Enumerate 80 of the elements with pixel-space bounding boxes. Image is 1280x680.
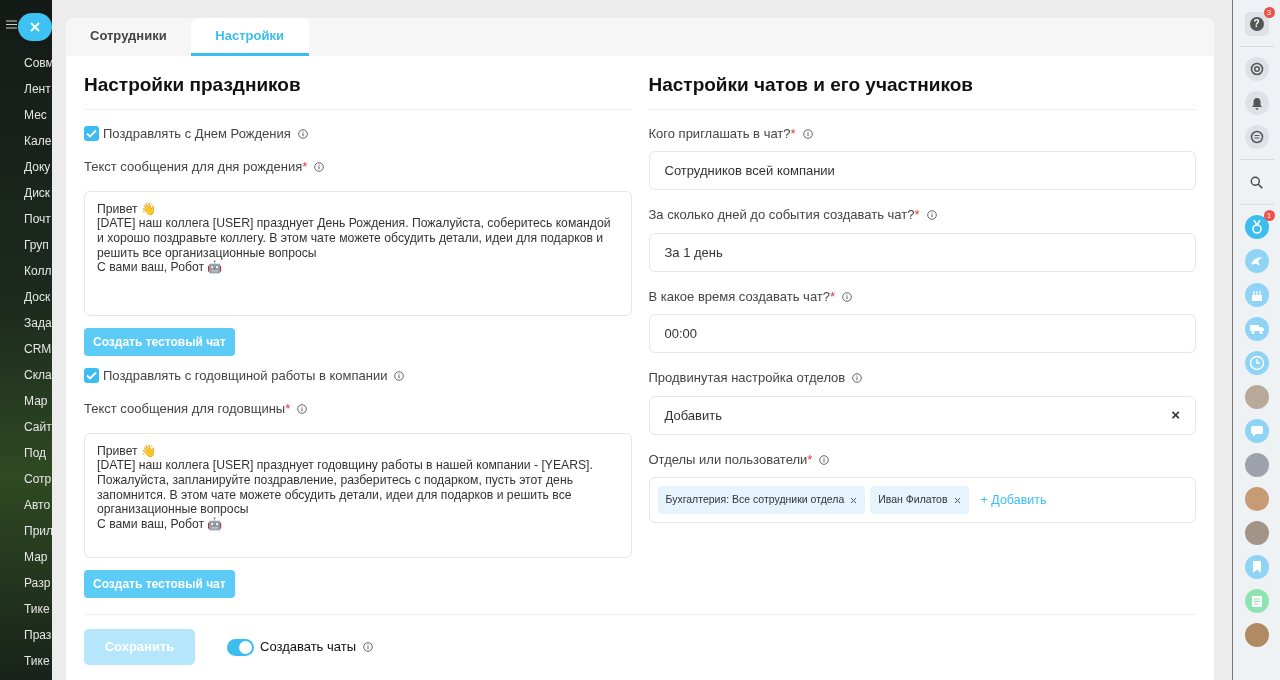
input-field[interactable]: За 1 день bbox=[648, 232, 1196, 272]
toggle-label: Создавать чаты bbox=[260, 638, 357, 657]
field-label: За сколько дней до события создавать чат? bbox=[648, 206, 915, 225]
close-icon bbox=[30, 22, 40, 32]
menu-item[interactable]: CRM bbox=[24, 336, 52, 362]
menu-item[interactable]: Кале bbox=[24, 128, 52, 154]
close-button[interactable] bbox=[18, 13, 52, 41]
tag-text: Иван Филатов bbox=[878, 492, 948, 508]
info-icon[interactable] bbox=[802, 128, 813, 139]
target-icon[interactable] bbox=[1244, 57, 1269, 81]
remove-icon[interactable] bbox=[850, 496, 858, 504]
field-label: Текст сообщения для годовщины bbox=[84, 400, 286, 419]
notification-badge: 3 bbox=[1263, 7, 1275, 18]
required-mark: * bbox=[830, 287, 836, 306]
info-icon[interactable] bbox=[819, 454, 830, 465]
field-label: Текст сообщения для дня рождения bbox=[84, 158, 303, 177]
menu-item[interactable]: Скла bbox=[24, 362, 52, 388]
input-field[interactable]: 00:00 bbox=[648, 314, 1196, 354]
field-label: В какое время создавать чат? bbox=[648, 287, 830, 306]
menu-item[interactable]: Разр bbox=[24, 570, 52, 596]
clear-button[interactable]: × bbox=[1171, 404, 1180, 427]
required-mark: * bbox=[914, 206, 920, 225]
avatar[interactable] bbox=[1244, 623, 1269, 647]
bell-icon[interactable] bbox=[1244, 91, 1269, 115]
info-icon[interactable] bbox=[852, 373, 863, 384]
message-field[interactable]: Привет 👋 [DATE] наш коллега [USER] празднует День Рождения. Пожалуйста, соберитесь командой и хорошо поздравьте коллегу. В этом чате можете обсудить детали, идеи для подарков и решить все организационные вопросы С вами ваш, Робот 🤖 bbox=[84, 190, 632, 316]
menu-icon[interactable] bbox=[6, 20, 17, 29]
info-icon[interactable] bbox=[926, 210, 937, 221]
field-value: Добавить bbox=[664, 406, 722, 425]
field-label: Продвинутая настройка отделов bbox=[648, 369, 846, 388]
menu-item[interactable]: Почт bbox=[24, 206, 52, 232]
medal-icon[interactable] bbox=[1244, 215, 1269, 239]
menu-item[interactable]: Авто bbox=[24, 492, 52, 518]
message-field[interactable]: Привет 👋 [DATE] наш коллега [USER] празднует годовщину работы в нашей компании - [YEARS]. Пожалуйста, запланируйте поздравление, разберитесь с подарком, пусть этот день запомнится. В этом чате можете обсудить детали, идеи для подарков и решить все организационные вопросы С вами ваш, Робот 🤖 bbox=[84, 432, 632, 558]
menu-item[interactable]: Доку bbox=[24, 154, 52, 180]
checkbox[interactable] bbox=[84, 368, 99, 384]
required-mark: * bbox=[790, 124, 796, 143]
menu-item[interactable]: Под bbox=[24, 440, 52, 466]
select-field[interactable]: Добавить × bbox=[648, 395, 1196, 435]
info-icon[interactable] bbox=[314, 162, 325, 173]
toggle-switch[interactable] bbox=[227, 638, 254, 656]
menu-item[interactable]: Груп bbox=[24, 232, 52, 258]
info-icon[interactable] bbox=[297, 128, 308, 139]
menu-item[interactable]: Мес bbox=[24, 102, 52, 128]
avatar[interactable] bbox=[1244, 521, 1269, 545]
notification-badge: 1 bbox=[1263, 210, 1275, 221]
checkbox[interactable] bbox=[84, 126, 99, 142]
info-icon[interactable] bbox=[363, 642, 374, 652]
menu-item[interactable]: Доск bbox=[24, 284, 52, 310]
menu-item[interactable]: Сайт bbox=[24, 414, 52, 440]
info-icon[interactable] bbox=[297, 404, 308, 415]
menu-item[interactable]: Диск bbox=[24, 180, 52, 206]
menu-item[interactable]: Лент bbox=[24, 76, 52, 102]
chat-icon[interactable] bbox=[1244, 125, 1269, 149]
tags-field[interactable]: Бухгалтерия: Все сотрудники отдела Иван Филатов + Добавить bbox=[648, 477, 1196, 524]
required-mark: * bbox=[302, 158, 308, 177]
section-title: Настройки праздников bbox=[84, 74, 632, 110]
info-icon[interactable] bbox=[394, 370, 405, 381]
menu-item[interactable]: Тике bbox=[24, 648, 52, 674]
input-field[interactable]: Сотрудников всей компании bbox=[648, 151, 1196, 191]
menu-item[interactable]: Мар bbox=[24, 388, 52, 414]
menu-item[interactable]: Тике bbox=[24, 596, 52, 622]
tab[interactable]: Сотрудники bbox=[66, 18, 191, 56]
checkbox-label[interactable]: Поздравлять с годовщиной работы в компании bbox=[103, 365, 388, 386]
tag-text: Бухгалтерия: Все сотрудники отдела bbox=[665, 492, 845, 508]
info-icon[interactable] bbox=[842, 291, 853, 302]
menu-item[interactable]: Зада bbox=[24, 310, 52, 336]
menu-item[interactable]: Колл bbox=[24, 258, 52, 284]
menu-item[interactable]: Сотр bbox=[24, 466, 52, 492]
menu-item[interactable]: Прил bbox=[24, 518, 52, 544]
required-mark: * bbox=[807, 450, 813, 469]
remove-icon[interactable] bbox=[953, 496, 961, 504]
checkbox-label[interactable]: Поздравлять с Днем Рождения bbox=[103, 123, 291, 144]
section-title: Настройки чатов и его участников bbox=[648, 74, 1196, 110]
menu-item[interactable]: Мар bbox=[24, 544, 52, 570]
menu-item[interactable]: Праз bbox=[24, 622, 52, 648]
help-icon: ? bbox=[1249, 17, 1264, 31]
required-mark: * bbox=[285, 400, 291, 419]
field-label: Отделы или пользователи bbox=[648, 450, 808, 469]
field-label: Кого приглашать в чат? bbox=[648, 124, 791, 143]
